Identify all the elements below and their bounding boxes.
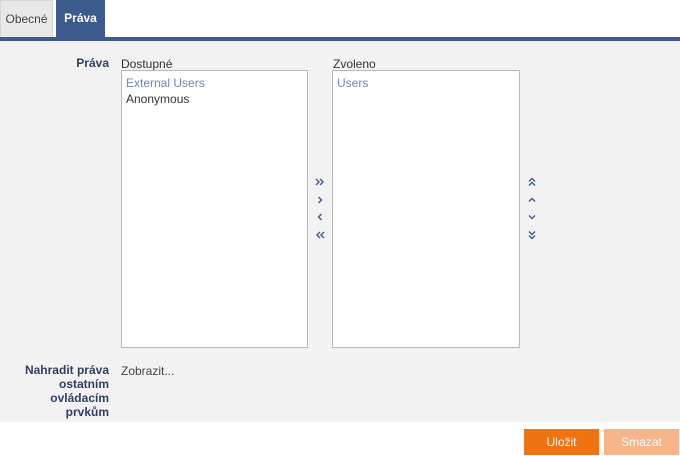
chevron-down-icon xyxy=(528,215,536,220)
list-item[interactable]: Users xyxy=(337,75,515,91)
replace-rights-label: Nahradit práva ostatním ovládacím prvkům xyxy=(24,363,109,419)
show-link[interactable]: Zobrazit... xyxy=(121,364,174,378)
move-all-left-button[interactable] xyxy=(312,228,328,242)
available-title: Dostupné xyxy=(121,57,173,71)
double-chevron-left-icon xyxy=(316,231,325,239)
rights-panel: Práva Dostupné Zvoleno External Users An… xyxy=(0,41,680,422)
selected-title: Zvoleno xyxy=(333,57,376,71)
tab-rights[interactable]: Práva xyxy=(56,0,105,37)
list-item[interactable]: Anonymous xyxy=(126,91,303,107)
move-bottom-button[interactable] xyxy=(524,228,540,242)
move-left-button[interactable] xyxy=(312,210,328,224)
double-chevron-down-icon xyxy=(528,231,536,240)
move-right-button[interactable] xyxy=(312,193,328,207)
available-listbox[interactable]: External Users Anonymous xyxy=(121,70,308,348)
chevron-right-icon xyxy=(318,196,323,204)
list-item[interactable]: External Users xyxy=(126,75,303,91)
rights-label: Práva xyxy=(76,56,109,70)
move-all-right-button[interactable] xyxy=(312,175,328,189)
tab-bar: Obecné Práva xyxy=(0,0,680,37)
tab-general[interactable]: Obecné xyxy=(0,0,53,37)
chevron-left-icon xyxy=(317,213,322,221)
move-up-button[interactable] xyxy=(524,193,540,207)
double-chevron-up-icon xyxy=(528,177,536,186)
delete-button[interactable]: Smazat xyxy=(604,429,679,455)
save-button[interactable]: Uložit xyxy=(524,429,599,455)
selected-listbox[interactable]: Users xyxy=(332,70,520,348)
move-down-button[interactable] xyxy=(524,210,540,224)
double-chevron-right-icon xyxy=(315,178,324,186)
move-top-button[interactable] xyxy=(524,175,540,189)
chevron-up-icon xyxy=(528,197,536,202)
